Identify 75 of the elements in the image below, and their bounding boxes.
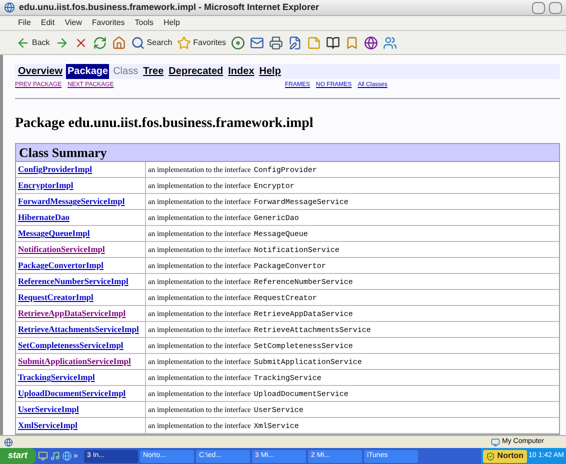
class-link[interactable]: UploadDocumentServiceImpl bbox=[18, 387, 126, 400]
nav-link[interactable]: Overview bbox=[17, 64, 64, 79]
menu-item[interactable]: Tools bbox=[134, 17, 154, 29]
globe-button[interactable] bbox=[364, 36, 378, 50]
star-icon bbox=[177, 36, 192, 50]
nav-link[interactable]: Deprecated bbox=[168, 64, 224, 79]
quick-launch-icon[interactable] bbox=[38, 451, 48, 461]
search-icon bbox=[130, 36, 145, 50]
maximize-button[interactable] bbox=[549, 2, 562, 14]
table-title: Class Summary bbox=[16, 144, 559, 162]
class-link[interactable]: ReferenceNumberServiceImpl bbox=[18, 275, 128, 288]
class-link[interactable]: SetCompletenessServiceImpl bbox=[18, 339, 124, 352]
page-icon bbox=[4, 438, 13, 446]
class-link[interactable]: HibernateDao bbox=[18, 211, 70, 224]
class-link[interactable]: XmlServiceImpl bbox=[18, 419, 78, 432]
class-link[interactable]: MessageQueueImpl bbox=[18, 227, 90, 240]
menu-item[interactable]: Favorites bbox=[92, 17, 125, 29]
minimize-button[interactable] bbox=[532, 2, 545, 14]
globe-icon bbox=[364, 36, 378, 50]
edit-button[interactable] bbox=[288, 36, 302, 50]
chevron-text[interactable]: » bbox=[74, 450, 78, 462]
disc-icon bbox=[231, 36, 246, 50]
music-icon[interactable] bbox=[50, 451, 60, 461]
users-button[interactable] bbox=[383, 36, 398, 50]
nav-link[interactable]: Index bbox=[227, 64, 256, 79]
package-heading: Package edu.unu.iist.fos.business.framework.impl bbox=[15, 115, 314, 133]
home-icon bbox=[112, 36, 126, 50]
note-icon bbox=[307, 36, 322, 50]
back-icon bbox=[16, 36, 30, 50]
class-link[interactable]: ConfigProviderImpl bbox=[18, 163, 92, 176]
toolbar-button[interactable]: Favorites bbox=[177, 36, 226, 50]
bookmark-icon bbox=[345, 36, 360, 50]
class-link[interactable]: UserServiceImpl bbox=[18, 403, 79, 416]
bookmark-button[interactable] bbox=[345, 36, 360, 50]
class-link[interactable]: EncryptorImpl bbox=[18, 179, 74, 192]
browser-icon bbox=[4, 2, 15, 13]
window-title: edu.unu.iist.fos.business.framework.impl - Microsoft Internet Explorer bbox=[19, 0, 320, 14]
class-link[interactable]: NotificationServiceImpl bbox=[18, 243, 105, 256]
book-button[interactable] bbox=[326, 36, 340, 50]
forward-icon bbox=[54, 36, 69, 50]
nav-link[interactable]: Package bbox=[66, 64, 110, 79]
menu-item[interactable]: View bbox=[64, 17, 82, 29]
printer-icon bbox=[269, 36, 284, 50]
nav-link[interactable]: Tree bbox=[142, 64, 165, 79]
menu-item[interactable]: Help bbox=[163, 17, 180, 29]
refresh-icon bbox=[92, 36, 107, 50]
class-link[interactable]: TrackingServiceImpl bbox=[18, 371, 95, 384]
disc-button[interactable] bbox=[231, 36, 246, 50]
mail-button[interactable] bbox=[250, 36, 264, 50]
class-link[interactable]: RetrieveAppDataServiceImpl bbox=[18, 307, 126, 320]
nav-link[interactable]: Help bbox=[258, 64, 282, 79]
menu-item[interactable]: File bbox=[18, 17, 31, 29]
toolbar-button[interactable]: Search bbox=[130, 36, 172, 50]
nav-text: Class bbox=[112, 65, 140, 79]
users-icon bbox=[383, 36, 398, 50]
book-icon bbox=[326, 36, 340, 50]
shield-icon bbox=[486, 452, 496, 460]
start-button[interactable]: start bbox=[0, 448, 36, 464]
edit-icon bbox=[288, 36, 302, 50]
class-link[interactable]: RequestCreatorImpl bbox=[18, 291, 94, 304]
note-button[interactable] bbox=[307, 36, 322, 50]
refresh-button[interactable] bbox=[92, 36, 107, 50]
toolbar-button[interactable]: Back bbox=[16, 36, 50, 50]
class-link[interactable]: RetrieveAttachmentsServiceImpl bbox=[18, 323, 139, 336]
class-link[interactable]: ForwardMessageServiceImpl bbox=[18, 195, 125, 208]
class-link[interactable]: SubmitApplicationServiceImpl bbox=[18, 355, 131, 368]
browser-icon[interactable] bbox=[62, 451, 72, 461]
computer-icon bbox=[491, 438, 500, 446]
mail-icon bbox=[250, 36, 264, 50]
menu-item[interactable]: Edit bbox=[40, 17, 55, 29]
home-button[interactable] bbox=[112, 36, 126, 50]
norton-badge[interactable]: Norton bbox=[483, 450, 527, 462]
class-link[interactable]: PackageConvertorImpl bbox=[18, 259, 104, 272]
printer-button[interactable] bbox=[269, 36, 284, 50]
forward-button[interactable] bbox=[54, 36, 69, 50]
